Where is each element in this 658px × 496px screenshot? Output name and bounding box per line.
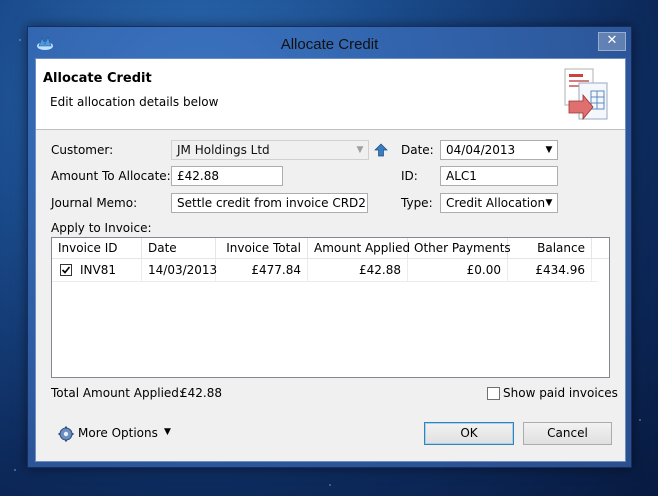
chevron-down-icon: ▼	[356, 145, 364, 155]
chevron-down-icon: ▼	[545, 145, 553, 155]
header-subtitle: Edit allocation details below	[50, 95, 219, 109]
arrow-up-icon[interactable]	[374, 143, 388, 157]
cell-other-payments: £0.00	[408, 259, 508, 281]
cell-date: 14/03/2013	[142, 259, 217, 281]
dialog-header: Allocate Credit Edit allocation details …	[36, 59, 625, 130]
amount-label: Amount To Allocate:	[51, 169, 171, 183]
customer-label: Customer:	[51, 143, 114, 157]
column-header-date[interactable]: Date	[142, 238, 216, 258]
customer-value: JM Holdings Ltd	[177, 143, 270, 157]
more-options-label: More Options	[78, 426, 158, 440]
amount-input[interactable]: £42.88	[171, 166, 283, 186]
gear-icon	[58, 426, 74, 442]
chevron-down-icon: ▼	[545, 198, 553, 208]
cancel-button[interactable]: Cancel	[523, 422, 612, 445]
total-applied-value: £42.88	[180, 386, 222, 400]
grid-header: Invoice ID Date Invoice Total Amount App…	[52, 238, 609, 259]
column-header-invoice-id[interactable]: Invoice ID	[52, 238, 142, 258]
type-select[interactable]: Credit Allocation ▼	[440, 193, 558, 213]
date-value: 04/04/2013	[446, 143, 516, 157]
column-header-invoice-total[interactable]: Invoice Total	[216, 238, 308, 258]
cell-amount-applied[interactable]: £42.88	[308, 259, 408, 281]
cell-invoice-total: £477.84	[216, 259, 308, 281]
dialog-body: Allocate Credit Edit allocation details …	[35, 58, 626, 462]
show-paid-checkbox[interactable]	[487, 387, 500, 400]
chevron-down-icon: ▼	[164, 427, 171, 437]
memo-input[interactable]: Settle credit from invoice CRD2	[171, 193, 368, 213]
apply-to-invoice-label: Apply to Invoice:	[51, 221, 152, 235]
date-label: Date:	[401, 143, 434, 157]
customer-combo[interactable]: JM Holdings Ltd ▼	[171, 140, 369, 160]
invoice-grid[interactable]: Invoice ID Date Invoice Total Amount App…	[51, 237, 610, 378]
checkmark-icon	[61, 266, 71, 274]
table-row[interactable]: INV81 14/03/2013 £477.84 £42.88 £0.00 £4…	[52, 259, 598, 282]
row-select-checkbox[interactable]	[60, 264, 72, 276]
id-input[interactable]: ALC1	[440, 166, 558, 186]
total-applied-label: Total Amount Applied:	[51, 386, 183, 400]
type-value: Credit Allocation	[446, 196, 546, 210]
title-bar[interactable]: Allocate Credit ✕	[28, 27, 631, 58]
ok-button[interactable]: OK	[424, 422, 514, 445]
window-title: Allocate Credit	[280, 36, 379, 53]
column-header-other-payments[interactable]: Other Payments	[408, 238, 511, 258]
credit-document-icon	[564, 68, 608, 121]
show-paid-label[interactable]: Show paid invoices	[503, 386, 618, 400]
column-header-balance[interactable]: Balance	[508, 238, 592, 258]
header-title: Allocate Credit	[43, 71, 152, 86]
memo-label: Journal Memo:	[51, 196, 138, 210]
type-label: Type:	[401, 196, 433, 210]
allocate-credit-dialog: Allocate Credit ✕ Allocate Credit Edit a…	[27, 26, 632, 468]
id-label: ID:	[401, 169, 418, 183]
date-picker[interactable]: 04/04/2013 ▼	[440, 140, 558, 160]
cell-balance: £434.96	[508, 259, 592, 281]
close-button[interactable]: ✕	[598, 32, 626, 51]
column-header-amount-applied[interactable]: Amount Applied	[308, 238, 410, 258]
